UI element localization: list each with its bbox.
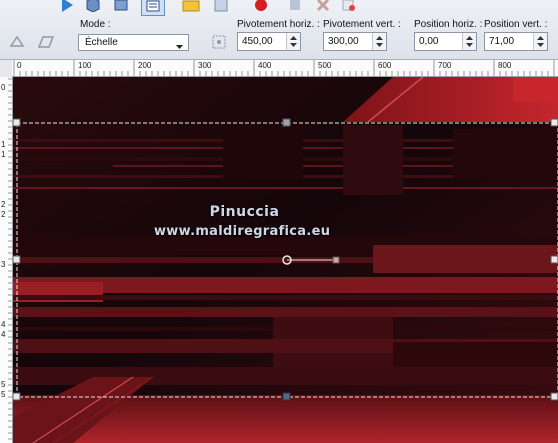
play-icon[interactable]	[56, 0, 78, 14]
stepper-up-icon	[290, 36, 297, 40]
pos-v-value: 71,00	[489, 36, 515, 47]
stepper-up-icon	[466, 36, 473, 40]
folder-icon[interactable]	[180, 0, 202, 14]
ruler-label: 700	[438, 61, 452, 70]
ruler-label: 300	[198, 61, 212, 70]
ruler-label: 2	[1, 210, 6, 219]
ruler-label: 400	[258, 61, 272, 70]
ruler-label: 0	[17, 61, 22, 70]
ruler-label: 600	[378, 61, 392, 70]
stepper-up-icon	[376, 36, 383, 40]
delete-icon[interactable]	[312, 0, 334, 14]
pos-v-stepper[interactable]	[533, 33, 547, 50]
ruler-label: 2	[1, 200, 6, 209]
record-icon[interactable]	[250, 0, 272, 14]
stepper-down-icon	[537, 43, 544, 47]
pos-h-field[interactable]: 0,00	[414, 32, 477, 51]
pivot-v-field[interactable]: 300,00	[323, 32, 387, 51]
ruler-label: 4	[1, 320, 6, 329]
vertical-ruler[interactable]: 0 1 1 2 2 3 4 4 5 5	[0, 77, 13, 443]
pivot-h-field[interactable]: 450,00	[237, 32, 301, 51]
stepper-down-icon	[466, 43, 473, 47]
pivot-h-value: 450,00	[242, 36, 273, 47]
cube-icon[interactable]	[82, 0, 104, 14]
ruler-label: 800	[498, 61, 512, 70]
pos-h-stepper[interactable]	[462, 33, 476, 50]
chevron-down-icon	[176, 41, 183, 52]
image-canvas[interactable]: Pinuccia www.maldiregrafica.eu	[13, 77, 558, 443]
ruler-label: 100	[78, 61, 92, 70]
ruler-label: 4	[1, 330, 6, 339]
ruler-label: 0	[1, 83, 6, 92]
pick-tool-options-bar: Mode : Pivotement horiz. : Pivotement ve…	[0, 0, 558, 60]
ruler-label: 500	[318, 61, 332, 70]
stop-icon[interactable]	[284, 0, 306, 14]
pivot-h-label: Pivotement horiz. :	[237, 19, 320, 30]
stepper-down-icon	[376, 43, 383, 47]
watermark-name: Pinuccia	[209, 204, 280, 220]
ruler-label: 1	[1, 140, 6, 149]
perspective-icon[interactable]	[35, 33, 57, 51]
ruler-corner	[0, 60, 12, 77]
ruler-label: 1	[1, 150, 6, 159]
mode-select[interactable]: Échelle	[78, 34, 189, 51]
pos-h-label: Position horiz. :	[414, 19, 483, 30]
mode-select-value: Échelle	[85, 37, 118, 48]
pos-v-label: Position vert. :	[484, 19, 548, 30]
save-icon[interactable]	[210, 0, 232, 14]
stepper-up-icon	[537, 36, 544, 40]
pivot-v-label: Pivotement vert. :	[323, 19, 401, 30]
ruler-label: 5	[1, 380, 6, 389]
rotate-icon[interactable]	[6, 33, 28, 51]
layer-stack-icon[interactable]	[110, 0, 132, 14]
pos-v-field[interactable]: 71,00	[484, 32, 548, 51]
stepper-down-icon	[290, 43, 297, 47]
ruler-label: 200	[138, 61, 152, 70]
pos-h-value: 0,00	[419, 36, 439, 47]
pivot-h-stepper[interactable]	[286, 33, 300, 50]
reset-icon[interactable]	[338, 0, 360, 14]
canvas-image	[13, 77, 558, 443]
list-view-icon[interactable]	[141, 0, 165, 16]
pivot-v-value: 300,00	[328, 36, 359, 47]
ruler-ticks	[13, 60, 555, 76]
ruler-label: 3	[1, 260, 6, 269]
watermark-url: www.maldiregrafica.eu	[154, 224, 331, 239]
horizontal-ruler[interactable]: 0 100 200 300 400 500 600 700 800	[12, 60, 558, 77]
ruler-label: 5	[1, 390, 6, 399]
pivot-icon[interactable]	[208, 33, 230, 51]
pivot-v-stepper[interactable]	[372, 33, 386, 50]
mode-label: Mode :	[80, 19, 111, 30]
